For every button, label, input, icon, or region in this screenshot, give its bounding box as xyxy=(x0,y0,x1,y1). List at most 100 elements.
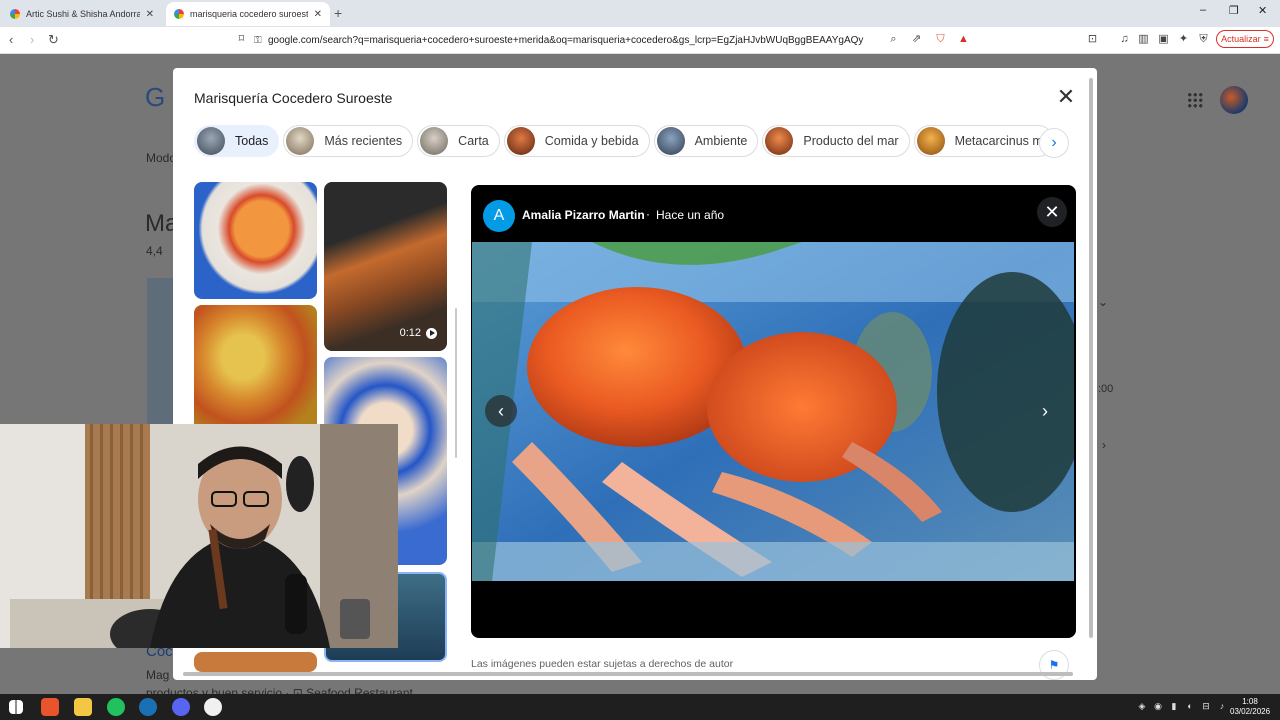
reload-icon[interactable]: ↻ xyxy=(48,32,59,48)
post-time: Hace un año xyxy=(656,208,725,222)
tray-steam-icon[interactable]: ◉ xyxy=(1153,701,1163,711)
tray-battery-icon[interactable]: ▮ xyxy=(1169,701,1179,711)
update-label: Actualizar xyxy=(1221,34,1261,44)
expand-chevron-icon[interactable]: ⌄ xyxy=(1098,295,1108,309)
share-icon[interactable]: ⇗ xyxy=(910,33,923,46)
tab-close-icon[interactable]: ✕ xyxy=(314,9,322,20)
chip-carta[interactable]: Carta xyxy=(417,125,500,157)
windows-taskbar: ◈ ◉ ▮ ◐ ⊟ ♪ 1:08 03/02/2026 xyxy=(0,694,1280,720)
close-window-button[interactable]: ✕ xyxy=(1258,4,1267,17)
chip-comida-y-bebida[interactable]: Comida y bebida xyxy=(503,125,650,157)
update-button[interactable]: Actualizar ≡ xyxy=(1216,30,1274,48)
tray-network-icon[interactable]: ⊟ xyxy=(1201,701,1211,711)
extension-icon[interactable]: ⊡ xyxy=(1086,33,1099,46)
vpn-icon[interactable]: ⛨ xyxy=(1197,33,1210,46)
author-avatar[interactable]: A xyxy=(483,200,515,232)
google-favicon-icon xyxy=(174,9,184,19)
chips-next-button[interactable]: › xyxy=(1039,128,1069,158)
chip-mas-recientes[interactable]: Más recientes xyxy=(283,125,414,157)
chip-thumbnail xyxy=(286,127,315,155)
tray-volume-icon[interactable]: ♪ xyxy=(1217,701,1227,711)
gallery-video-crab[interactable]: 0:12 xyxy=(324,182,447,351)
chip-todas[interactable]: Todas xyxy=(194,125,280,157)
next-photo-button[interactable]: › xyxy=(1029,395,1061,427)
chip-label: Más recientes xyxy=(324,134,403,148)
new-tab-button[interactable]: + xyxy=(334,5,342,21)
account-avatar[interactable] xyxy=(1220,86,1248,114)
browser-tab-strip: Artic Sushi & Shisha Andorra Reseña ✕ ma… xyxy=(0,0,1280,27)
google-apps-icon[interactable] xyxy=(1187,92,1203,108)
author-name[interactable]: Amalia Pizarro Martin xyxy=(522,208,645,222)
chip-label: Todas xyxy=(235,134,269,148)
webcam-overlay xyxy=(0,424,398,648)
clock-time: 1:08 xyxy=(1242,697,1258,706)
chip-ambiente[interactable]: Ambiente xyxy=(653,125,759,157)
copyright-notice: Las imágenes pueden estar sujetas a dere… xyxy=(471,658,734,670)
spotify-icon[interactable] xyxy=(107,698,125,716)
chip-label: Comida y bebida xyxy=(544,134,639,148)
bookmark-icon[interactable]: ⌑ xyxy=(235,33,248,46)
dialog-horizontal-scrollbar[interactable] xyxy=(183,672,1073,676)
brave-app-icon[interactable] xyxy=(41,698,59,716)
separator: · xyxy=(646,207,650,221)
dialog-vertical-scrollbar[interactable] xyxy=(1089,78,1093,638)
gallery-scrollbar[interactable] xyxy=(455,308,457,458)
maximize-button[interactable]: ❐ xyxy=(1229,4,1239,17)
discord-icon[interactable] xyxy=(172,698,190,716)
brave-shield-icon[interactable]: ⛉ xyxy=(934,33,947,46)
steam-icon[interactable] xyxy=(139,698,157,716)
clock-date: 03/02/2026 xyxy=(1230,707,1271,716)
google-logo: G xyxy=(145,82,166,112)
rating-fragment: 4,4 xyxy=(146,244,163,258)
close-dialog-icon[interactable]: ✕ xyxy=(1055,86,1077,108)
chip-thumbnail xyxy=(420,127,449,155)
gallery-photo-paella[interactable] xyxy=(194,305,317,435)
nav-fragment: Modo xyxy=(146,151,177,165)
browser-tab-2-active[interactable]: marisqueria cocedero suroeste m ✕ xyxy=(166,2,330,26)
chip-producto-del-mar[interactable]: Producto del mar xyxy=(762,125,910,157)
forward-icon[interactable]: › xyxy=(30,32,34,47)
media-icon[interactable]: ♫ xyxy=(1118,33,1131,46)
sidebar-icon[interactable]: ▥ xyxy=(1137,33,1150,46)
chip-label: Carta xyxy=(458,134,489,148)
address-bar[interactable]: ⚿ google.com/search?q=marisqueria+cocede… xyxy=(254,30,880,50)
tray-discord-icon[interactable]: ◐ xyxy=(1185,701,1195,711)
video-duration: 0:12 xyxy=(400,327,437,339)
chip-thumbnail xyxy=(916,127,945,155)
file-explorer-icon[interactable] xyxy=(74,698,92,716)
chip-metacarcinus[interactable]: Metacarcinus m xyxy=(913,125,1054,157)
chip-thumbnail xyxy=(765,127,794,155)
site-info-icon[interactable]: ⚿ xyxy=(254,35,268,46)
start-icon[interactable] xyxy=(9,700,23,714)
gallery-photo-food[interactable] xyxy=(194,182,317,299)
minimize-button[interactable]: – xyxy=(1200,4,1206,16)
tray-brave-icon[interactable]: ◈ xyxy=(1137,701,1147,711)
leo-ai-icon[interactable]: ✦ xyxy=(1177,33,1190,46)
side-chevron-icon[interactable]: › xyxy=(1102,438,1106,452)
tab-close-icon[interactable]: ✕ xyxy=(146,9,154,20)
google-favicon-icon xyxy=(10,9,20,19)
zoom-icon[interactable]: ⌕ xyxy=(887,33,900,46)
chip-thumbnail xyxy=(506,127,535,155)
photo-viewer: A Amalia Pizarro Martin · Hace un año ✕ xyxy=(471,185,1076,638)
chip-label: Metacarcinus m xyxy=(954,134,1043,148)
chip-thumbnail xyxy=(197,127,225,155)
system-clock[interactable]: 1:08 03/02/2026 xyxy=(1230,697,1270,717)
wallet-icon[interactable]: ▣ xyxy=(1157,33,1170,46)
browser-toolbar: ‹ › ↻ ⌑ ⚿ google.com/search?q=marisqueri… xyxy=(0,27,1280,54)
menu-icon: ≡ xyxy=(1263,34,1269,44)
brave-rewards-icon[interactable]: ▲ xyxy=(957,33,970,46)
previous-photo-button[interactable]: ‹ xyxy=(485,395,517,427)
url-text: google.com/search?q=marisqueria+cocedero… xyxy=(268,34,864,46)
obs-icon[interactable] xyxy=(204,698,222,716)
back-icon[interactable]: ‹ xyxy=(9,32,13,47)
close-viewer-icon[interactable]: ✕ xyxy=(1037,197,1067,227)
chip-label: Producto del mar xyxy=(803,134,899,148)
browser-tab-1[interactable]: Artic Sushi & Shisha Andorra Reseña ✕ xyxy=(2,2,162,26)
gallery-photo-dish[interactable] xyxy=(194,652,317,672)
chip-label: Ambiente xyxy=(694,134,748,148)
tab-title: Artic Sushi & Shisha Andorra Reseña xyxy=(26,9,140,19)
photo-category-chips: Todas Más recientes Carta Comida y bebid… xyxy=(194,125,1074,159)
dialog-title: Marisquería Cocedero Suroeste xyxy=(194,90,393,106)
chip-thumbnail xyxy=(656,127,685,155)
